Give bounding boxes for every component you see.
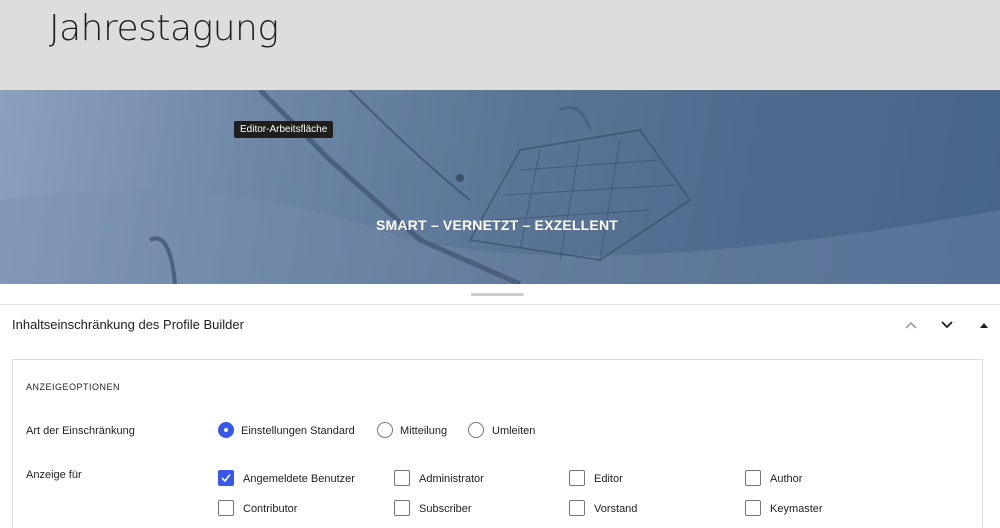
checkbox-keymaster-label[interactable]: Keymaster [770, 503, 823, 516]
checkbox-contributor-label[interactable]: Contributor [243, 503, 297, 516]
checkbox-keymaster[interactable] [745, 500, 761, 516]
toggle-panel-button[interactable] [977, 314, 991, 336]
move-down-button[interactable] [936, 314, 958, 336]
checkmark-icon [221, 474, 231, 483]
checkbox-subscriber-label[interactable]: Subscriber [419, 503, 472, 516]
radio-redirect[interactable] [468, 422, 484, 438]
radio-message[interactable] [377, 422, 393, 438]
checkbox-editor[interactable] [569, 470, 585, 486]
checkbox-editor-label[interactable]: Editor [594, 473, 623, 486]
radio-message-label[interactable]: Mitteilung [400, 425, 447, 438]
display-options-box [12, 359, 983, 528]
display-options-heading: ANZEIGEOPTIONEN [26, 382, 121, 392]
checkbox-author[interactable] [745, 470, 761, 486]
checkbox-subscriber[interactable] [394, 500, 410, 516]
move-up-button[interactable] [900, 314, 922, 336]
restriction-type-label: Art der Einschränkung [26, 425, 135, 437]
checkbox-vorstand-label[interactable]: Vorstand [594, 503, 637, 516]
checkbox-logged-in-users[interactable] [218, 470, 234, 486]
site-header: Jahrestagung [0, 0, 1000, 90]
chevron-down-icon [941, 321, 953, 329]
cover-heading[interactable]: SMART – VERNETZT – EXZELLENT [0, 217, 994, 233]
site-title[interactable]: Jahrestagung [49, 8, 279, 49]
resize-handle[interactable] [471, 293, 524, 296]
checkbox-logged-in-users-label[interactable]: Angemeldete Benutzer [243, 473, 355, 486]
display-for-label: Anzeige für [26, 469, 82, 481]
cover-block[interactable]: Editor-Arbeitsfläche SMART – VERNETZT – … [0, 90, 1000, 284]
checkbox-administrator-label[interactable]: Administrator [419, 473, 484, 486]
radio-default-settings[interactable] [218, 422, 234, 438]
metabox-title[interactable]: Inhaltseinschränkung des Profile Builder [12, 317, 244, 332]
cover-background-image [0, 90, 1000, 284]
triangle-up-icon [980, 323, 988, 328]
checkbox-author-label[interactable]: Author [770, 473, 802, 486]
checkbox-vorstand[interactable] [569, 500, 585, 516]
radio-default-settings-label[interactable]: Einstellungen Standard [241, 425, 355, 438]
checkbox-contributor[interactable] [218, 500, 234, 516]
editor-canvas-tooltip: Editor-Arbeitsfläche [234, 121, 334, 138]
divider [0, 304, 1000, 305]
radio-redirect-label[interactable]: Umleiten [492, 425, 535, 438]
chevron-up-icon [905, 321, 917, 329]
checkbox-administrator[interactable] [394, 470, 410, 486]
